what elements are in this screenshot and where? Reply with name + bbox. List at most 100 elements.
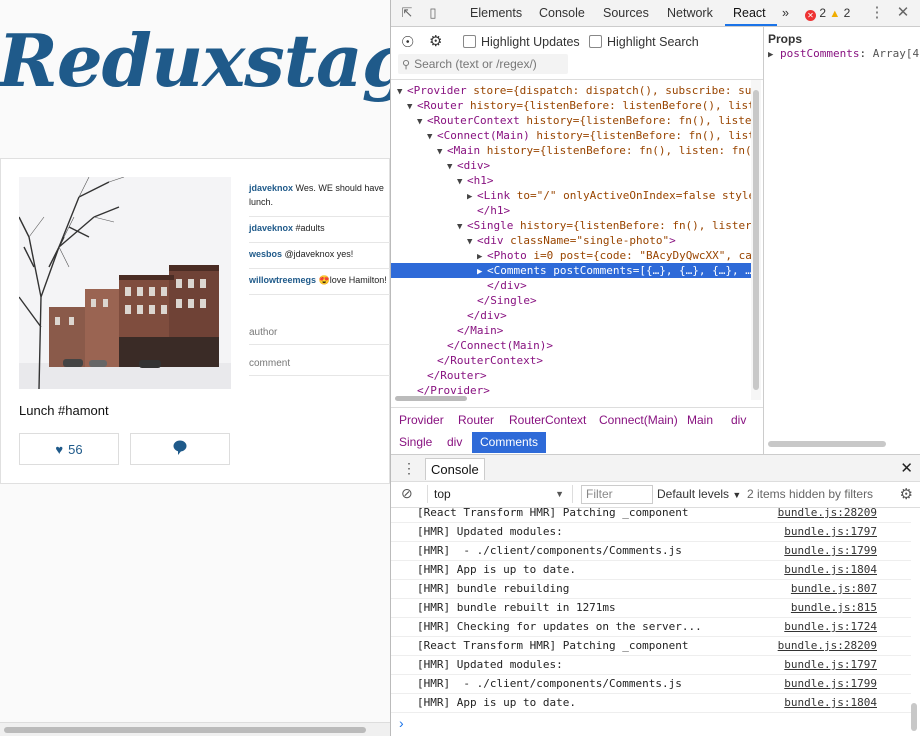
scrollbar-thumb[interactable] — [753, 90, 759, 390]
comment-user[interactable]: wesbos — [249, 249, 282, 259]
tree-node[interactable]: ▼ <div> — [391, 158, 751, 173]
comment-user[interactable]: jdaveknox — [249, 223, 293, 233]
tag-bracket: > — [669, 234, 676, 247]
breadcrumb-router[interactable]: Router — [458, 410, 494, 431]
tag-bracket: > — [496, 324, 504, 337]
tree-node[interactable]: ▶ <Link to="/" onlyActiveOnIndex=false st… — [391, 188, 751, 203]
clear-console-icon[interactable]: ⊘ — [401, 485, 413, 502]
tree-node-selected[interactable]: ▶ <Comments postComments=[{…}, {…}, {…}, … — [391, 263, 751, 278]
component-props: history={listenBefore: fn(), liste — [519, 114, 751, 127]
comment-count-button[interactable] — [130, 433, 230, 465]
console-filter-input[interactable]: Filter — [581, 485, 653, 504]
source-link[interactable]: bundle.js:1804 — [784, 560, 877, 579]
prop-row[interactable]: ▶ postComments: Array[4 — [768, 47, 919, 60]
tree-node[interactable]: </RouterContext> — [391, 353, 751, 368]
console-message: [HMR] bundle rebuilding bundle.js:807 — [391, 579, 911, 599]
expand-arrow-icon[interactable]: ▶ — [768, 50, 773, 60]
source-link[interactable]: bundle.js:1724 — [784, 617, 877, 636]
prop-value: Array[4 — [872, 47, 920, 60]
drawer-tab-console[interactable]: Console — [425, 458, 485, 480]
tree-node[interactable]: </div> — [391, 308, 751, 323]
context-select[interactable]: top ▼ — [427, 485, 573, 503]
inspect-element-icon[interactable]: ⇱ — [399, 6, 415, 20]
comment-input[interactable]: comment — [249, 358, 390, 376]
tree-node[interactable]: ▼ <Provider store={dispatch: dispatch(), … — [391, 83, 751, 98]
close-devtools-icon[interactable]: ✕ — [895, 5, 911, 20]
scrollbar-thumb[interactable] — [911, 703, 917, 731]
tab-elements[interactable]: Elements — [470, 6, 522, 20]
comment-item: wesbos @jdaveknox yes! — [249, 243, 390, 269]
console-prompt[interactable]: › — [391, 714, 911, 736]
source-link[interactable]: bundle.js:1797 — [784, 655, 877, 674]
site-logo[interactable]: Reduxstagram — [0, 18, 390, 103]
tag-bracket: > — [503, 204, 511, 217]
log-levels-dropdown[interactable]: Default levels ▼ — [657, 487, 741, 501]
tab-console[interactable]: Console — [539, 6, 585, 20]
component-name: /h1 — [483, 204, 504, 217]
console-vertical-scrollbar[interactable] — [909, 507, 919, 735]
source-link[interactable]: bundle.js:807 — [791, 579, 877, 598]
tree-node[interactable]: ▼ <Main history={listenBefore: fn(), list… — [391, 143, 751, 158]
source-link[interactable]: bundle.js:1797 — [784, 522, 877, 541]
close-drawer-icon[interactable]: ✕ — [900, 459, 913, 477]
tree-vertical-scrollbar[interactable] — [751, 80, 761, 400]
highlight-search-toggle[interactable]: Highlight Search — [589, 35, 699, 49]
tree-node[interactable]: ▼ <Router history={listenBefore: listenBe… — [391, 98, 751, 113]
post-photo[interactable] — [19, 177, 231, 389]
error-warning-badge[interactable]: ✕ 2 ▲ 2 — [805, 6, 850, 21]
tree-horizontal-scrollbar[interactable] — [391, 393, 751, 403]
checkbox[interactable] — [463, 35, 476, 48]
tree-node[interactable]: ▼ <RouterContext history={listenBefore: f… — [391, 113, 751, 128]
checkbox[interactable] — [589, 35, 602, 48]
select-element-icon[interactable]: ☉ — [401, 33, 414, 51]
tree-node[interactable]: </Single> — [391, 293, 751, 308]
source-link[interactable]: bundle.js:28209 — [778, 636, 877, 655]
breadcrumb-div[interactable]: div — [731, 410, 746, 431]
comment-user[interactable]: jdaveknox — [249, 183, 293, 193]
breadcrumb-routercontext[interactable]: RouterContext — [509, 410, 586, 431]
console-settings-gear-icon[interactable]: ⚙ — [900, 485, 913, 503]
like-button[interactable]: ♥ 56 — [19, 433, 119, 465]
source-link[interactable]: bundle.js:1804 — [784, 693, 877, 712]
tree-node[interactable]: ▼ <Connect(Main) history={listenBefore: f… — [391, 128, 751, 143]
console-message: [HMR] bundle rebuilt in 1271ms bundle.js:… — [391, 598, 911, 618]
tab-react[interactable]: React — [733, 6, 766, 20]
author-input[interactable]: author — [249, 327, 390, 345]
props-horizontal-scrollbar[interactable] — [768, 441, 886, 447]
breadcrumb-comments[interactable]: Comments — [472, 432, 547, 453]
tree-node[interactable]: ▶ <Photo i=0 post={code: "BAcyDyQwcXX", c… — [391, 248, 751, 263]
source-link[interactable]: bundle.js:1799 — [784, 541, 877, 560]
tree-node[interactable]: ▼ <Single history={listenBefore: fn(), li… — [391, 218, 751, 233]
breadcrumb-connect-main[interactable]: Connect(Main) — [599, 410, 678, 431]
kebab-menu-icon[interactable]: ⋮ — [869, 5, 885, 20]
breadcrumb-main[interactable]: Main — [687, 410, 713, 431]
settings-gear-icon[interactable]: ⚙ — [429, 32, 442, 50]
tree-node[interactable]: </Connect(Main)> — [391, 338, 751, 353]
comment-user[interactable]: willowtreemegs — [249, 275, 316, 285]
device-toolbar-icon[interactable]: ▯ — [425, 6, 441, 20]
page-horizontal-scrollbar[interactable] — [0, 722, 390, 736]
source-link[interactable]: bundle.js:1799 — [784, 674, 877, 693]
tag-bracket: < — [457, 159, 464, 172]
tree-node[interactable]: </h1> — [391, 203, 751, 218]
tag-bracket: < — [437, 129, 444, 142]
tree-node[interactable]: </Router> — [391, 368, 751, 383]
source-link[interactable]: bundle.js:28209 — [778, 507, 877, 522]
tree-node[interactable]: ▼ <h1> — [391, 173, 751, 188]
scrollbar-thumb[interactable] — [395, 396, 467, 401]
source-link[interactable]: bundle.js:815 — [791, 598, 877, 617]
breadcrumb-div[interactable]: div — [447, 432, 462, 453]
breadcrumb-single[interactable]: Single — [399, 432, 432, 453]
console-log: [React Transform HMR] Patching _componen… — [391, 507, 911, 715]
component-search-input[interactable]: ⚲ Search (text or /regex/) — [398, 54, 568, 74]
more-tabs-icon[interactable]: » — [782, 6, 789, 20]
scrollbar-thumb[interactable] — [4, 727, 366, 733]
tab-sources[interactable]: Sources — [603, 6, 649, 20]
tree-node[interactable]: ▼ <div className="single-photo"> — [391, 233, 751, 248]
tree-node[interactable]: </div> — [391, 278, 751, 293]
tab-network[interactable]: Network — [667, 6, 713, 20]
breadcrumb-provider[interactable]: Provider — [399, 410, 444, 431]
drawer-menu-icon[interactable]: ⋮ — [402, 460, 416, 477]
tree-node[interactable]: </Main> — [391, 323, 751, 338]
highlight-updates-toggle[interactable]: Highlight Updates — [463, 35, 580, 49]
